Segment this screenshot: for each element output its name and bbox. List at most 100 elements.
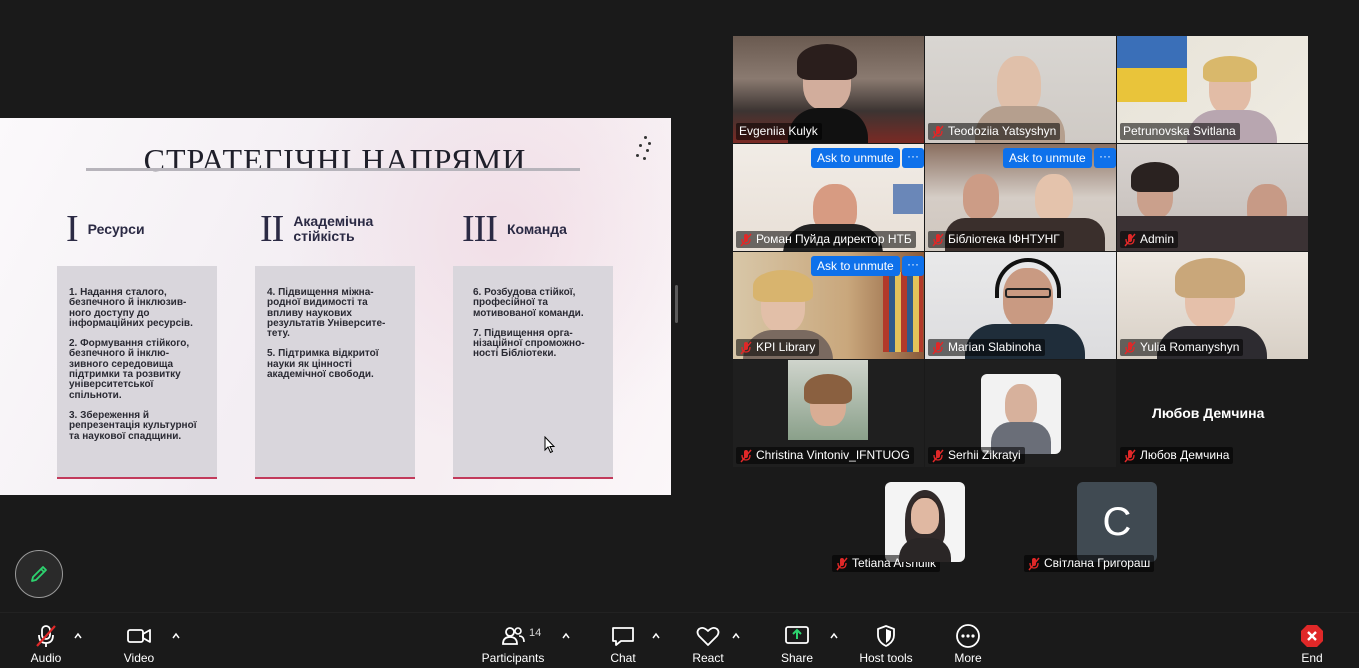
chat-button[interactable]: Chat	[604, 613, 642, 668]
participant-name: Marian Slabinoha	[948, 340, 1042, 354]
slide-title: СТРАТЕГІЧНІ НАПРЯМИ	[143, 142, 527, 178]
annotate-button[interactable]	[15, 550, 63, 598]
participant-name: Бібліотека ІФНТУНГ	[948, 232, 1060, 246]
participant-hair	[1203, 56, 1257, 82]
video-tile[interactable]: Teodoziia Yatsyshyn	[925, 36, 1116, 143]
video-tile[interactable]: Marian Slabinoha	[925, 252, 1116, 359]
column-card-2: 4. Підвищення міжна-родної видимості та …	[255, 266, 415, 479]
video-tile[interactable]: Любов Демчина Любов Демчина	[1117, 360, 1308, 467]
mic-muted-icon	[932, 449, 944, 462]
video-tile[interactable]: Christina Vintoniv_IFNTUOG	[733, 360, 924, 467]
more-dots-icon	[955, 623, 981, 649]
video-button[interactable]: Video	[118, 613, 160, 668]
column-label: Ресурси	[87, 220, 145, 237]
mic-muted-icon	[1028, 557, 1040, 570]
participant-face	[1035, 174, 1073, 222]
participant-name: Любов Демчина	[1140, 448, 1230, 462]
video-tile[interactable]: Serhii Zikratyi	[925, 360, 1116, 467]
participant-name: Petrunovska Svitlana	[1123, 124, 1236, 138]
audio-button[interactable]: Audio	[26, 613, 66, 668]
participant-display-name: Любов Демчина	[1152, 405, 1265, 421]
column-head-3: III Команда	[462, 206, 567, 252]
video-tile[interactable]: С Світлана Григораш	[1021, 468, 1212, 575]
participant-hair	[804, 374, 852, 404]
chat-label: Chat	[610, 651, 636, 665]
video-tile[interactable]: Petrunovska Svitlana	[1117, 36, 1308, 143]
participant-name: Evgeniia Kulyk	[739, 124, 818, 138]
end-meeting-button[interactable]: End	[1295, 613, 1329, 668]
more-options-button[interactable]: ···	[1094, 148, 1116, 168]
participant-name: Teodoziia Yatsyshyn	[948, 124, 1057, 138]
share-options-chevron-icon[interactable]	[829, 631, 839, 641]
video-tile[interactable]: Admin	[1117, 144, 1308, 251]
view-resize-handle[interactable]	[675, 285, 678, 323]
more-options-button[interactable]: ···	[902, 256, 924, 276]
mouse-cursor-icon	[544, 436, 556, 454]
video-tile[interactable]: Ask to unmute ··· Роман Пуйда директор Н…	[733, 144, 924, 251]
ask-to-unmute-button[interactable]: Ask to unmute	[1003, 148, 1092, 168]
video-label: Video	[123, 651, 155, 665]
more-label: More	[954, 651, 982, 665]
shield-icon	[873, 623, 899, 649]
decorative-dots-icon	[636, 136, 652, 162]
share-screen-icon	[784, 623, 810, 649]
participant-name: Роман Пуйда директор НТБ	[756, 232, 912, 246]
participant-name: Serhii Zikratyi	[948, 448, 1021, 462]
participant-name-tag: Christina Vintoniv_IFNTUOG	[736, 447, 914, 464]
participant-name-tag: Бібліотека ІФНТУНГ	[928, 231, 1064, 248]
card-item: 7. Підвищення орга-нізаційної спроможно-…	[473, 327, 585, 360]
pencil-icon	[31, 566, 47, 582]
react-options-chevron-icon[interactable]	[731, 631, 741, 641]
participant-face	[911, 498, 939, 534]
column-head-2: II Академічна стійкість	[260, 206, 393, 252]
participants-options-chevron-icon[interactable]	[561, 631, 571, 641]
column-numeral: III	[462, 208, 498, 250]
more-options-button[interactable]: ···	[902, 148, 924, 168]
participant-name-tag: Petrunovska Svitlana	[1120, 123, 1240, 140]
react-label: React	[692, 651, 724, 665]
column-card-1: 1. Надання сталого, безпечного й інклюзи…	[57, 266, 217, 479]
bookshelf	[883, 272, 923, 352]
column-label: Академічна стійкість	[293, 213, 374, 244]
participant-body	[899, 538, 951, 562]
card-item: 3. Збереження й репрезентація культурної…	[69, 409, 197, 442]
host-tools-button[interactable]: Host tools	[856, 613, 916, 668]
video-tile[interactable]: Ask to unmute ··· KPI Library	[733, 252, 924, 359]
column-card-3: 6. Розбудова стійкої, професійної та мот…	[453, 266, 613, 479]
card-item: 1. Надання сталого, безпечного й інклюзи…	[69, 287, 193, 329]
mic-muted-icon	[932, 125, 944, 138]
participant-hair	[797, 44, 857, 80]
participant-initial-avatar: С	[1077, 482, 1157, 562]
host-tools-label: Host tools	[859, 651, 913, 665]
participant-name-tag: KPI Library	[736, 339, 820, 356]
video-tile[interactable]: Tetiana Arshulik	[829, 468, 1020, 575]
video-camera-icon	[126, 623, 152, 649]
ask-to-unmute-button[interactable]: Ask to unmute	[811, 256, 900, 276]
card-item: 2. Формування стійкого, безпечного й інк…	[69, 338, 190, 401]
share-button[interactable]: Share	[777, 613, 817, 668]
participants-label: Participants	[481, 651, 545, 665]
video-options-chevron-icon[interactable]	[171, 631, 181, 641]
video-tile[interactable]: Ask to unmute ··· Бібліотека ІФНТУНГ	[925, 144, 1116, 251]
mic-muted-icon	[740, 449, 752, 462]
end-label: End	[1301, 651, 1323, 665]
video-tile[interactable]: Yulia Romanyshyn	[1117, 252, 1308, 359]
chat-options-chevron-icon[interactable]	[651, 631, 661, 641]
video-tile[interactable]: Evgeniia Kulyk	[733, 36, 924, 143]
react-button[interactable]: React	[688, 613, 728, 668]
participant-name-tag: Serhii Zikratyi	[928, 447, 1025, 464]
card-item: 4. Підвищення міжна-родної видимості та …	[267, 287, 386, 340]
participant-name-tag: Admin	[1120, 231, 1179, 248]
share-label: Share	[780, 651, 814, 665]
more-button[interactable]: More	[948, 613, 988, 668]
ask-to-unmute-button[interactable]: Ask to unmute	[811, 148, 900, 168]
audio-options-chevron-icon[interactable]	[73, 631, 83, 641]
participants-button[interactable]: Participants	[480, 613, 546, 668]
participant-name: Christina Vintoniv_IFNTUOG	[756, 448, 910, 462]
participants-icon	[500, 623, 526, 649]
participant-face	[963, 174, 999, 220]
column-label: Команда	[506, 220, 567, 237]
mic-muted-icon	[932, 341, 944, 354]
participant-name-tag: Teodoziia Yatsyshyn	[928, 123, 1061, 140]
mic-muted-icon	[836, 557, 848, 570]
